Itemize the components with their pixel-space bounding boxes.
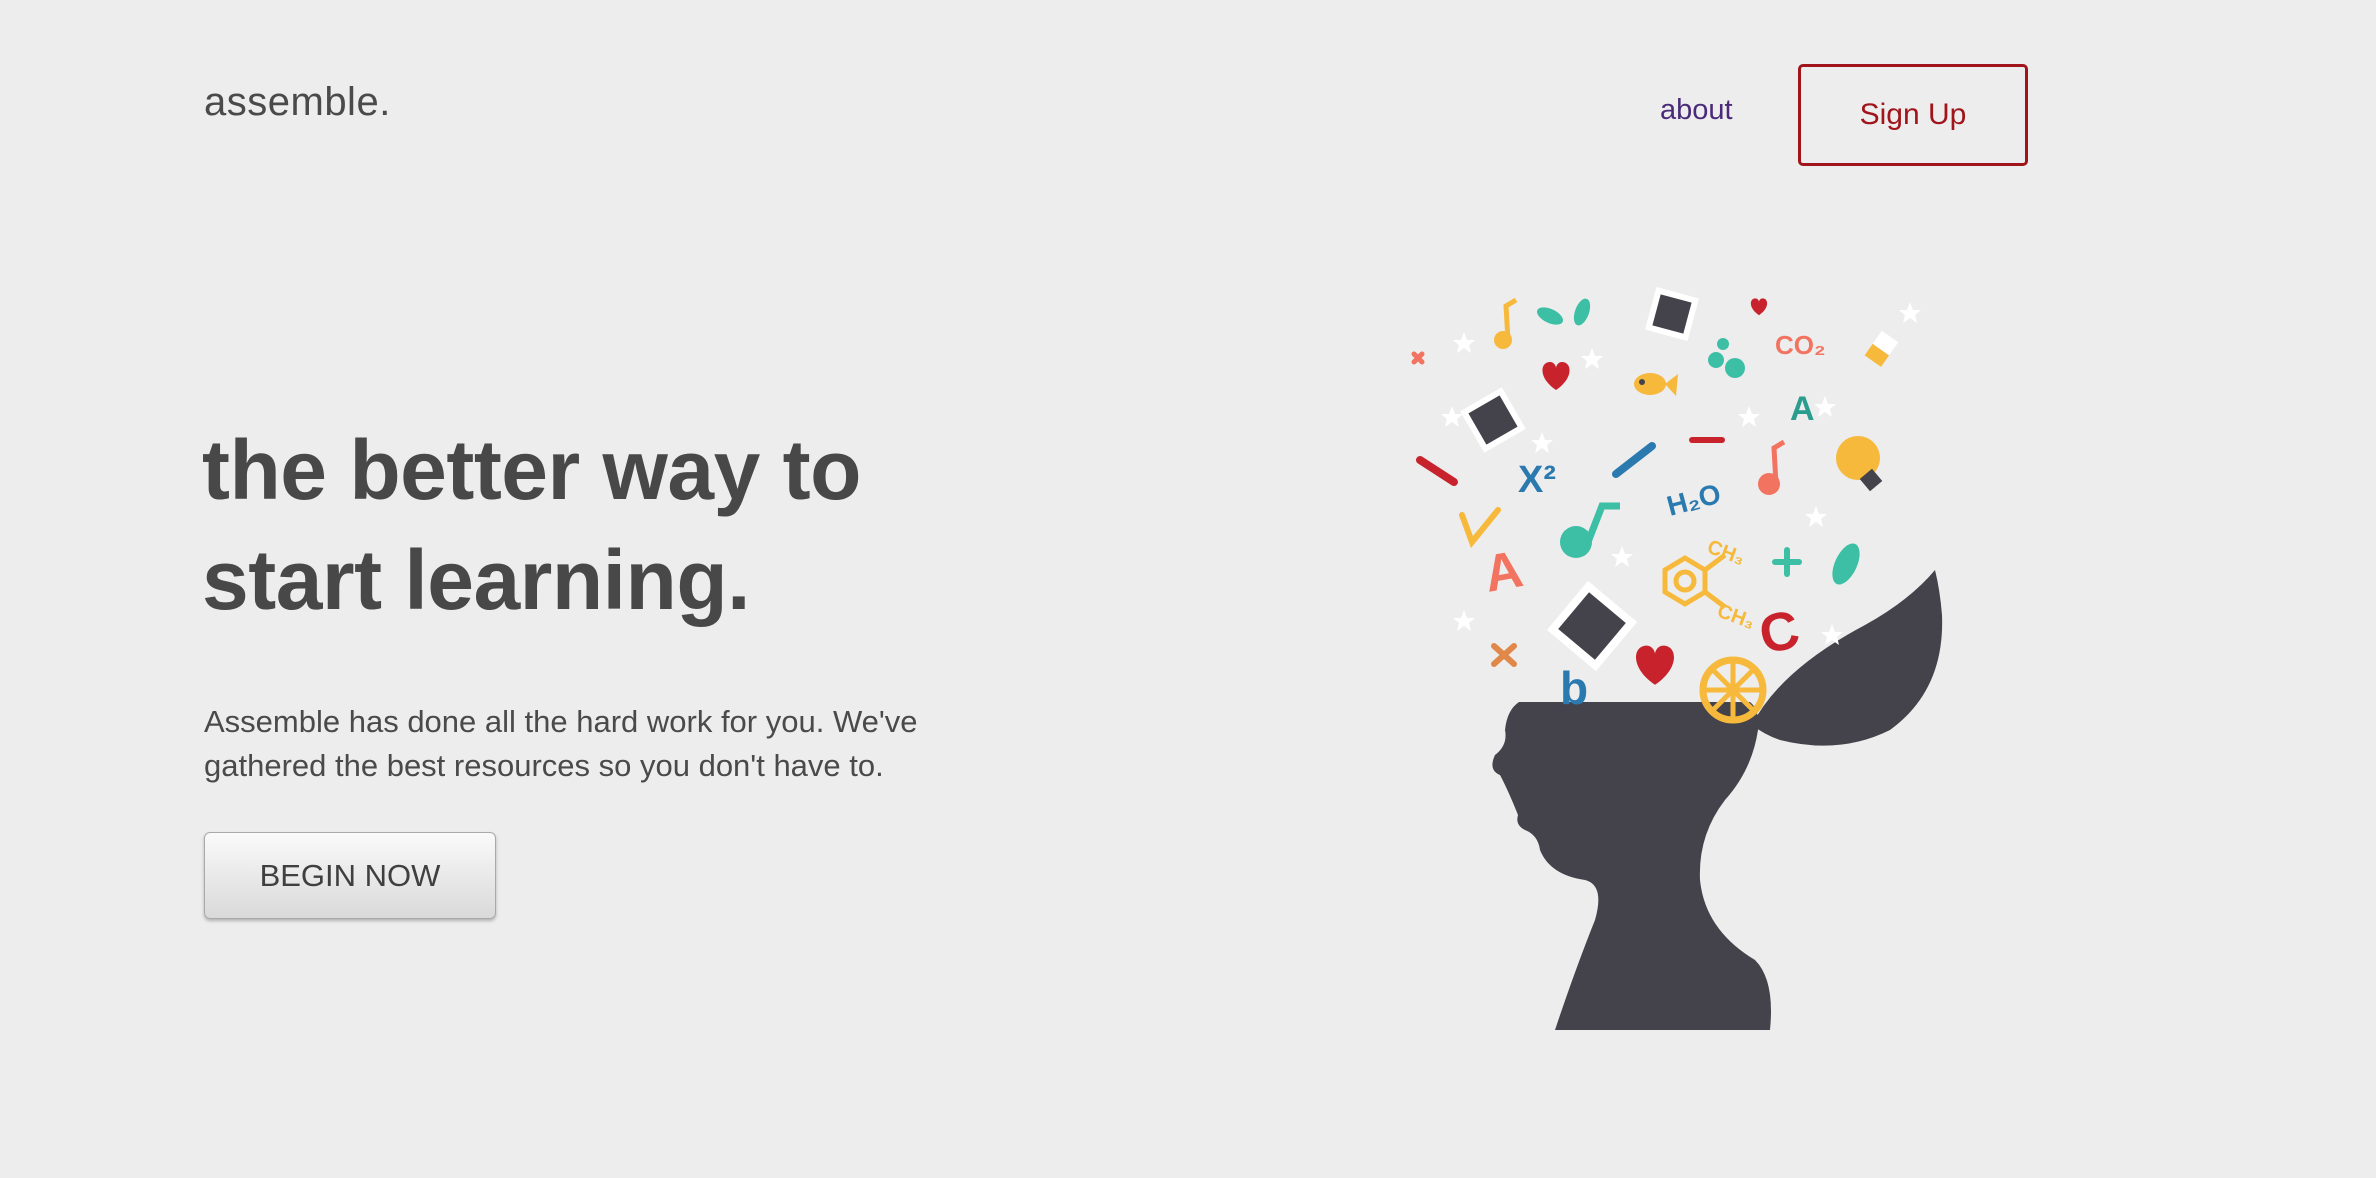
begin-now-button[interactable]: BEGIN NOW bbox=[204, 832, 496, 919]
pencil-icon bbox=[1612, 442, 1656, 478]
photo-frame-icon bbox=[1645, 287, 1699, 341]
signup-button[interactable]: Sign Up bbox=[1798, 64, 2028, 166]
leaf-icon bbox=[1832, 543, 1860, 585]
benzene-icon bbox=[1662, 553, 1727, 609]
letter-c: C bbox=[1754, 599, 1805, 666]
heart-icon bbox=[1750, 298, 1768, 316]
nav-about-link[interactable]: about bbox=[1660, 94, 1733, 127]
photo-frame-icon bbox=[1546, 580, 1638, 672]
bubbles-icon bbox=[1708, 338, 1745, 378]
hero-description-line-1: Assemble has done all the hard work for … bbox=[204, 704, 918, 739]
heart-icon bbox=[1636, 645, 1674, 685]
letter-b: b bbox=[1560, 662, 1588, 714]
formula-ch3-bottom: CH₃ bbox=[1714, 600, 1757, 634]
hero-title-line-1: the better way to bbox=[202, 423, 861, 517]
eraser-icon bbox=[1864, 330, 1899, 367]
lightbulb-icon bbox=[1836, 436, 1883, 492]
music-note-icon bbox=[1560, 502, 1620, 558]
letter-a-teal: A bbox=[1790, 390, 1815, 428]
hero-title-line-2: start learning. bbox=[202, 533, 750, 627]
plus-icon bbox=[1772, 547, 1802, 577]
wheel-icon bbox=[1699, 656, 1767, 724]
brand-logo[interactable]: assemble. bbox=[204, 80, 391, 125]
music-note-icon bbox=[1758, 439, 1786, 495]
hero-description: Assemble has done all the hard work for … bbox=[204, 700, 1064, 788]
hero-description-line-2: gathered the best resources so you don't… bbox=[204, 748, 884, 783]
photo-frame-icon bbox=[1460, 387, 1526, 453]
chevron-shape-icon bbox=[1459, 507, 1501, 548]
fish-icon bbox=[1634, 373, 1678, 396]
open-head-learning-illustration: CO₂ X² H₂O CH₃ CH₃ A A C b bbox=[1411, 287, 1943, 1030]
landing-page: assemble. about Sign Up the better way t… bbox=[0, 0, 2376, 1178]
letter-a-coral: A bbox=[1480, 540, 1527, 604]
pencil-icon bbox=[1416, 456, 1458, 486]
head-silhouette-icon bbox=[1492, 702, 1771, 1030]
formula-co2: CO₂ bbox=[1775, 330, 1826, 360]
plus-icon bbox=[1411, 351, 1425, 365]
leaf-icon bbox=[1536, 298, 1591, 326]
plus-icon bbox=[1491, 643, 1517, 667]
heart-icon bbox=[1542, 362, 1570, 390]
formula-x2: X² bbox=[1518, 459, 1556, 501]
music-note-icon bbox=[1494, 297, 1518, 349]
hero-title: the better way to start learning. bbox=[202, 415, 1102, 635]
formula-h2o: H₂O bbox=[1664, 478, 1725, 522]
